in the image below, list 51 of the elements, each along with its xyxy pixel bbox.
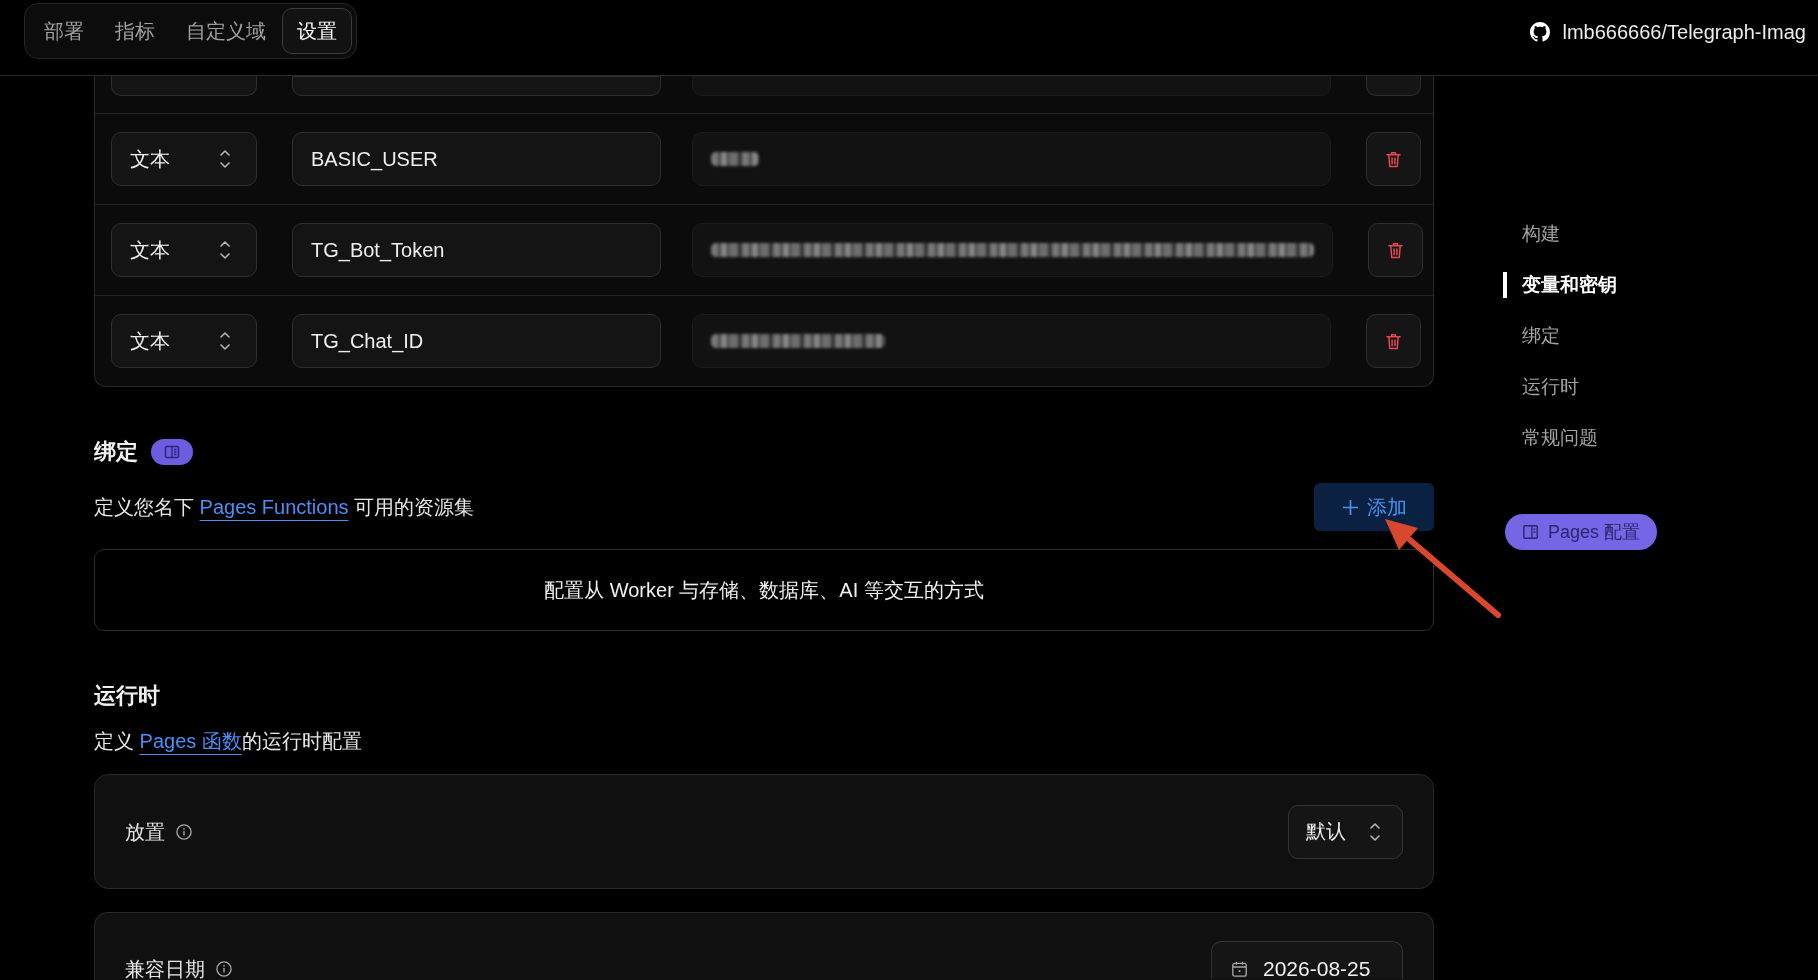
value-field[interactable] (692, 223, 1333, 277)
type-select[interactable]: 文本 (111, 132, 257, 186)
chevron-up-down-icon (220, 241, 230, 259)
name-field[interactable]: BASIC_USER (292, 132, 661, 186)
delete-button[interactable] (1368, 223, 1423, 277)
docs-link[interactable]: Pages Functions (199, 496, 349, 518)
trash-icon (1388, 241, 1403, 259)
value-field[interactable] (692, 132, 1331, 186)
github-logo-icon (1529, 22, 1550, 42)
setting-label: 放置 (125, 819, 165, 844)
book-icon[interactable] (151, 439, 193, 465)
trash-icon (1386, 332, 1401, 350)
nav-link[interactable]: 绑定 (1503, 323, 1560, 349)
info-icon[interactable] (216, 961, 232, 977)
type-select[interactable]: 文本 (111, 314, 257, 368)
tab[interactable]: 指标 (100, 8, 170, 54)
type-select[interactable]: 文本 (111, 223, 257, 277)
chevron-up-down-icon (220, 332, 230, 350)
tab[interactable]: 设置 (282, 8, 352, 54)
repo-link[interactable]: lmb666666/Telegraph-Imag (1529, 18, 1806, 46)
setting-label: 兼容日期 (125, 957, 205, 980)
calendar-icon (1232, 961, 1247, 977)
empty-state-message: 配置从 Worker 与存储、数据库、AI 等交互的方式 (544, 577, 984, 603)
section-description: 定义您名下 Pages Functions 可用的资源集 (94, 495, 475, 520)
nav-link[interactable]: 运行时 (1503, 374, 1579, 400)
delete-button[interactable] (1366, 314, 1421, 368)
chevron-up-down-icon (1370, 822, 1380, 841)
tab[interactable]: 部署 (29, 8, 99, 54)
date-field[interactable]: 2026-08-25 (1211, 941, 1403, 979)
name-field[interactable]: TG_Bot_Token (292, 223, 661, 277)
section-title: 绑定 (94, 438, 138, 466)
value-field[interactable] (692, 314, 1331, 368)
tab[interactable]: 自定义域 (171, 8, 281, 54)
trash-icon (1386, 150, 1401, 168)
plus-icon (1341, 498, 1359, 516)
section-description: 定义 Pages 函数的运行时配置 (94, 729, 363, 754)
nav-link[interactable]: 常规问题 (1503, 425, 1598, 451)
add-button[interactable]: 添加 (1314, 483, 1434, 531)
blurred-text-drawing (711, 152, 759, 166)
docs-link[interactable]: Pages 函数 (139, 730, 242, 752)
name-field[interactable] (292, 76, 661, 96)
value-field[interactable] (692, 76, 1331, 96)
section-title: 运行时 (94, 682, 160, 710)
delete-button[interactable] (1366, 132, 1421, 186)
nav-link[interactable]: 构建 (1503, 221, 1560, 247)
info-icon[interactable] (176, 823, 192, 840)
book-icon (1523, 525, 1538, 539)
nav-link[interactable]: 变量和密钥 (1503, 272, 1617, 298)
placement-select[interactable]: 默认 (1288, 804, 1403, 859)
chevron-up-down-icon (220, 150, 230, 168)
name-field[interactable]: TG_Chat_ID (292, 314, 661, 368)
